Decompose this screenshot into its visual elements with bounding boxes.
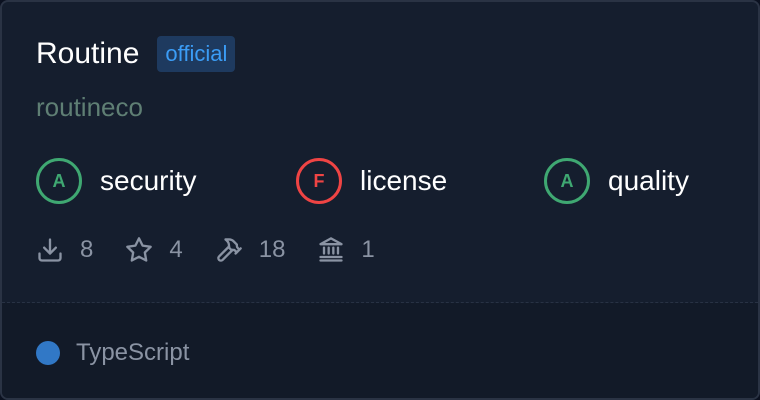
score-label: license xyxy=(360,165,448,196)
card-body: Routine official routineco A security F … xyxy=(2,2,758,302)
hammer-icon xyxy=(216,238,242,262)
score-label: quality xyxy=(608,165,689,196)
grade-badge: A xyxy=(544,158,590,204)
stat-value: 18 xyxy=(258,236,286,263)
stat-dependents: 1 xyxy=(317,236,375,264)
stat-downloads: 8 xyxy=(36,236,93,264)
title-row: Routine official xyxy=(36,34,236,74)
grade-badge: F xyxy=(296,158,342,204)
score-label: security xyxy=(100,165,197,196)
score-list: A security F license A quality xyxy=(36,157,736,205)
star-icon xyxy=(126,237,153,262)
score-quality[interactable]: A quality xyxy=(544,157,689,205)
package-card[interactable]: Routine official routineco A security F … xyxy=(0,0,760,400)
stat-stars: 4 xyxy=(125,236,183,264)
card-footer: TypeScript xyxy=(2,303,758,398)
download-icon xyxy=(38,238,62,262)
score-security[interactable]: A security xyxy=(36,157,196,205)
stat-builds: 18 xyxy=(215,236,286,264)
score-license[interactable]: F license xyxy=(296,157,447,205)
grade-badge: A xyxy=(36,158,82,204)
language-tag: TypeScript xyxy=(36,339,189,367)
stat-value: 4 xyxy=(169,236,183,263)
stat-value: 1 xyxy=(361,236,375,263)
language-color-dot xyxy=(36,341,60,365)
stats-row: 8 4 18 1 xyxy=(36,230,407,270)
package-name[interactable]: Routine xyxy=(36,34,139,74)
bank-icon xyxy=(319,237,344,262)
language-name: TypeScript xyxy=(76,339,190,366)
official-badge: official xyxy=(157,36,236,72)
package-owner[interactable]: routineco xyxy=(36,90,143,124)
stat-value: 8 xyxy=(80,236,94,263)
